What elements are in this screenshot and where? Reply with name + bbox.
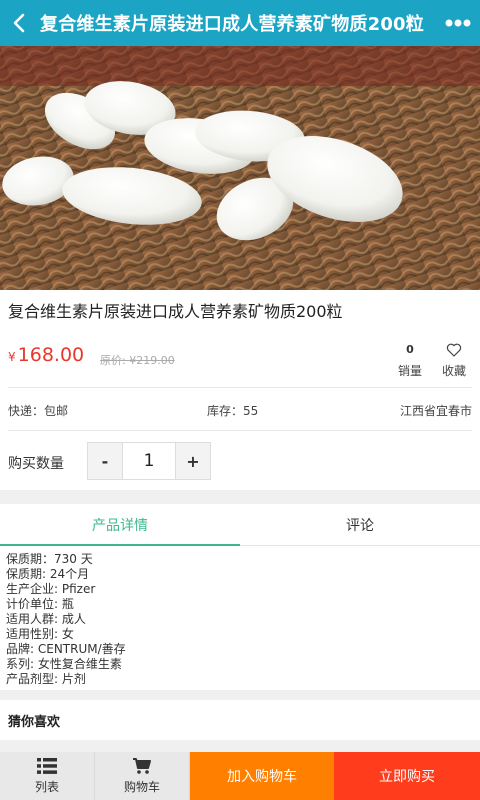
detail-line: 适用性别: 女 — [6, 627, 74, 641]
detail-line: 计价单位: 瓶 — [6, 597, 74, 611]
original-price: 原价: ¥219.00 — [100, 354, 175, 367]
quantity-label: 购买数量 — [8, 456, 64, 472]
sales-count: 0 — [406, 343, 414, 356]
bottom-action-bar: 列表 购物车 加入购物车 立即购买 — [0, 752, 480, 800]
favorite-button[interactable]: 收藏 — [436, 342, 472, 379]
shopping-cart-icon — [133, 758, 151, 774]
detail-line: 保质期: 24个月 — [6, 567, 90, 581]
quantity-input[interactable]: 1 — [122, 443, 176, 479]
more-button[interactable] — [436, 0, 480, 46]
tab-comments[interactable]: 评论 — [240, 504, 480, 545]
heart-icon — [446, 343, 462, 357]
current-price: ¥168.00 — [8, 344, 84, 366]
product-info-card: 复合维生素片原装进口成人营养素矿物质200粒 ¥168.00 原价: ¥219.… — [0, 290, 480, 490]
sales-label: 销量 — [397, 364, 422, 378]
stock-info: 库存：55 — [207, 404, 259, 418]
add-to-cart-button[interactable]: 加入购物车 — [190, 752, 334, 800]
detail-line: 保质期：730 天 — [6, 552, 93, 566]
price-value: 168.00 — [17, 344, 85, 366]
top-bar: 复合维生素片原装进口成人营养素矿物质200粒 — [0, 0, 480, 46]
cart-button[interactable]: 购物车 — [95, 752, 190, 800]
buy-now-button[interactable]: 立即购买 — [334, 752, 480, 800]
divider — [8, 430, 472, 431]
sales-counter: 0 销量 — [392, 342, 428, 379]
chevron-left-icon — [13, 13, 25, 33]
detail-line: 品牌: CENTRUM/善存 — [6, 642, 126, 656]
divider — [8, 387, 472, 388]
vitamin-tablets-illustration — [0, 46, 480, 290]
list-icon — [37, 758, 57, 774]
location-info: 江西省宜春市 — [399, 404, 472, 418]
detail-line: 生产企业: Pfizer — [6, 582, 96, 596]
list-label: 列表 — [34, 780, 59, 794]
list-button[interactable]: 列表 — [0, 752, 95, 800]
more-dots-icon — [445, 19, 471, 27]
currency-symbol: ¥ — [8, 350, 16, 364]
product-image[interactable] — [0, 46, 480, 290]
quantity-stepper: - 1 + — [87, 442, 211, 480]
product-title: 复合维生素片原装进口成人营养素矿物质200粒 — [8, 302, 343, 321]
decrease-quantity-button[interactable]: - — [88, 443, 122, 479]
back-button[interactable] — [0, 0, 38, 46]
price-row: ¥168.00 原价: ¥219.00 0 销量 收藏 — [8, 342, 472, 378]
meta-row: 快递：包邮 库存：55 江西省宜春市 — [8, 402, 472, 420]
page-title: 复合维生素片原装进口成人营养素矿物质200粒 — [40, 14, 424, 35]
product-details-panel: 保质期：730 天 保质期: 24个月 生产企业: Pfizer 计价单位: 瓶… — [0, 546, 480, 690]
shipping-info: 快递：包邮 — [8, 404, 69, 418]
favorite-label: 收藏 — [441, 364, 466, 378]
detail-tabs: 产品详情 评论 — [0, 504, 480, 546]
detail-line: 产品剂型: 片剂 — [6, 672, 86, 686]
tab-product-details[interactable]: 产品详情 — [0, 504, 240, 546]
detail-line: 系列: 女性复合维生素 — [6, 657, 122, 671]
cart-label: 购物车 — [123, 780, 160, 794]
guess-you-like-header: 猜你喜欢 — [0, 700, 480, 740]
increase-quantity-button[interactable]: + — [176, 443, 210, 479]
product-detail-page: 复合维生素片原装进口成人营养素矿物质200粒 复合维生素片原装进口成人营养素矿物… — [0, 0, 480, 800]
detail-line: 适用人群: 成人 — [6, 612, 86, 626]
